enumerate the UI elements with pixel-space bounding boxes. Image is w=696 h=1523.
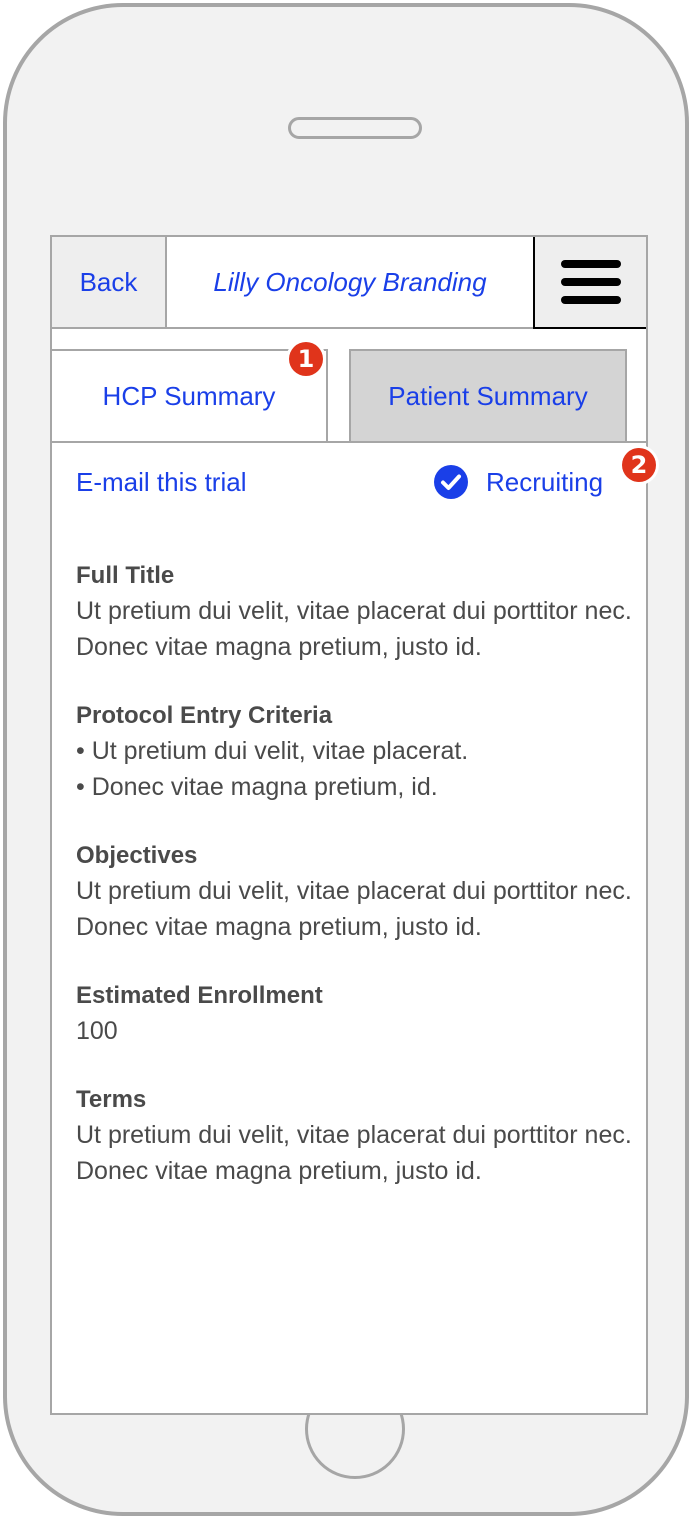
objectives-text: Ut pretium dui velit, vitae placerat dui… [76, 877, 632, 941]
full-title-text: Ut pretium dui velit, vitae placerat dui… [76, 597, 632, 661]
hamburger-menu-icon [561, 260, 621, 304]
terms-text: Ut pretium dui velit, vitae placerat dui… [76, 1121, 632, 1185]
summary-tabs: HCP Summary Patient Summary [52, 349, 646, 443]
tabs-divider [52, 441, 646, 443]
section-objectives: Objectives Ut pretium dui velit, vitae p… [76, 839, 636, 945]
terms-heading: Terms [76, 1086, 147, 1113]
check-circle-icon [434, 465, 468, 499]
protocol-heading: Protocol Entry Criteria [76, 702, 333, 729]
recruiting-status: Recruiting [434, 465, 603, 499]
recruiting-label: Recruiting [486, 466, 604, 497]
email-trial-link[interactable]: E-mail this trial [76, 467, 246, 498]
enrollment-heading: Estimated Enrollment [76, 982, 323, 1009]
menu-button[interactable] [533, 237, 646, 329]
full-title-heading: Full Title [76, 562, 175, 589]
tab-hcp-summary[interactable]: HCP Summary [52, 349, 328, 443]
screen: Back Lilly Oncology Branding HCP Summary… [50, 235, 648, 1415]
trial-details: Full Title Ut pretium dui velit, vitae p… [76, 559, 636, 1223]
annotation-badge-1: 1 [289, 342, 323, 376]
objectives-heading: Objectives [76, 842, 198, 869]
protocol-item: • Ut pretium dui velit, vitae placerat. [76, 737, 469, 765]
section-protocol: Protocol Entry Criteria • Ut pretium dui… [76, 699, 636, 805]
annotation-badge-2: 2 [622, 448, 656, 482]
back-button[interactable]: Back [52, 237, 167, 329]
brand-title: Lilly Oncology Branding [167, 237, 533, 329]
enrollment-value: 100 [76, 1017, 118, 1045]
phone-speaker [288, 117, 422, 139]
app-header: Back Lilly Oncology Branding [52, 237, 646, 329]
section-enrollment: Estimated Enrollment 100 [76, 979, 636, 1049]
tab-patient-summary[interactable]: Patient Summary [349, 349, 627, 443]
protocol-item: • Donec vitae magna pretium, id. [76, 773, 438, 801]
section-full-title: Full Title Ut pretium dui velit, vitae p… [76, 559, 636, 665]
section-terms: Terms Ut pretium dui velit, vitae placer… [76, 1083, 636, 1189]
